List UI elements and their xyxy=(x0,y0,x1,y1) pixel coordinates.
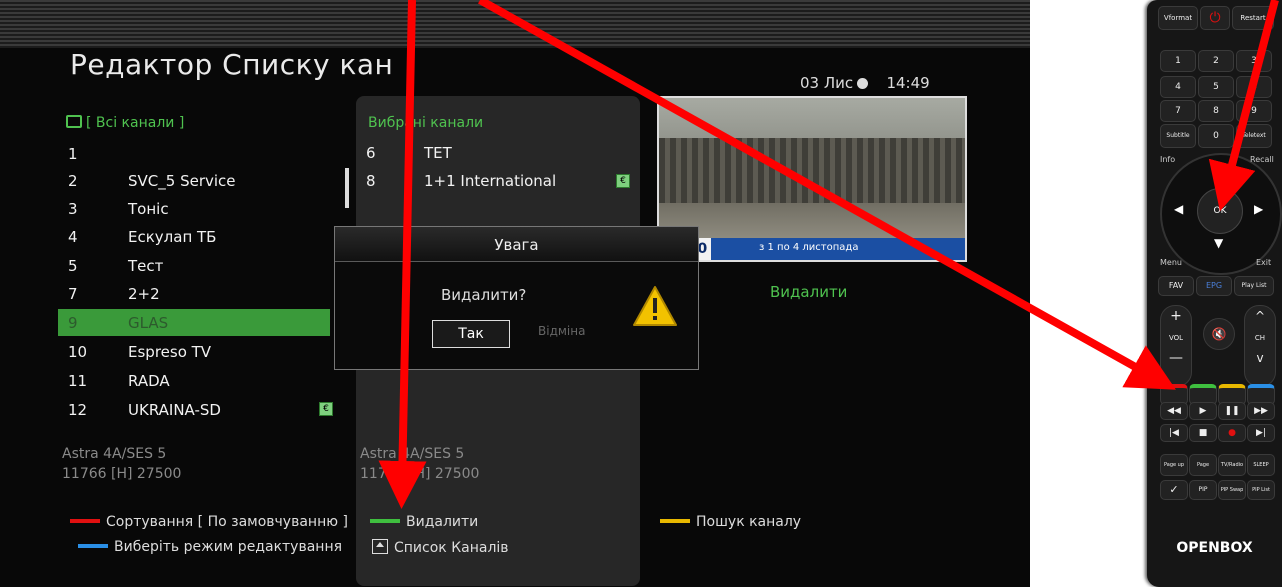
arrow-to-ok-button xyxy=(1208,0,1279,212)
arrow-to-green-key xyxy=(378,0,427,509)
annotation-arrows xyxy=(378,0,1279,509)
arrow-to-remote-green xyxy=(478,0,1176,390)
